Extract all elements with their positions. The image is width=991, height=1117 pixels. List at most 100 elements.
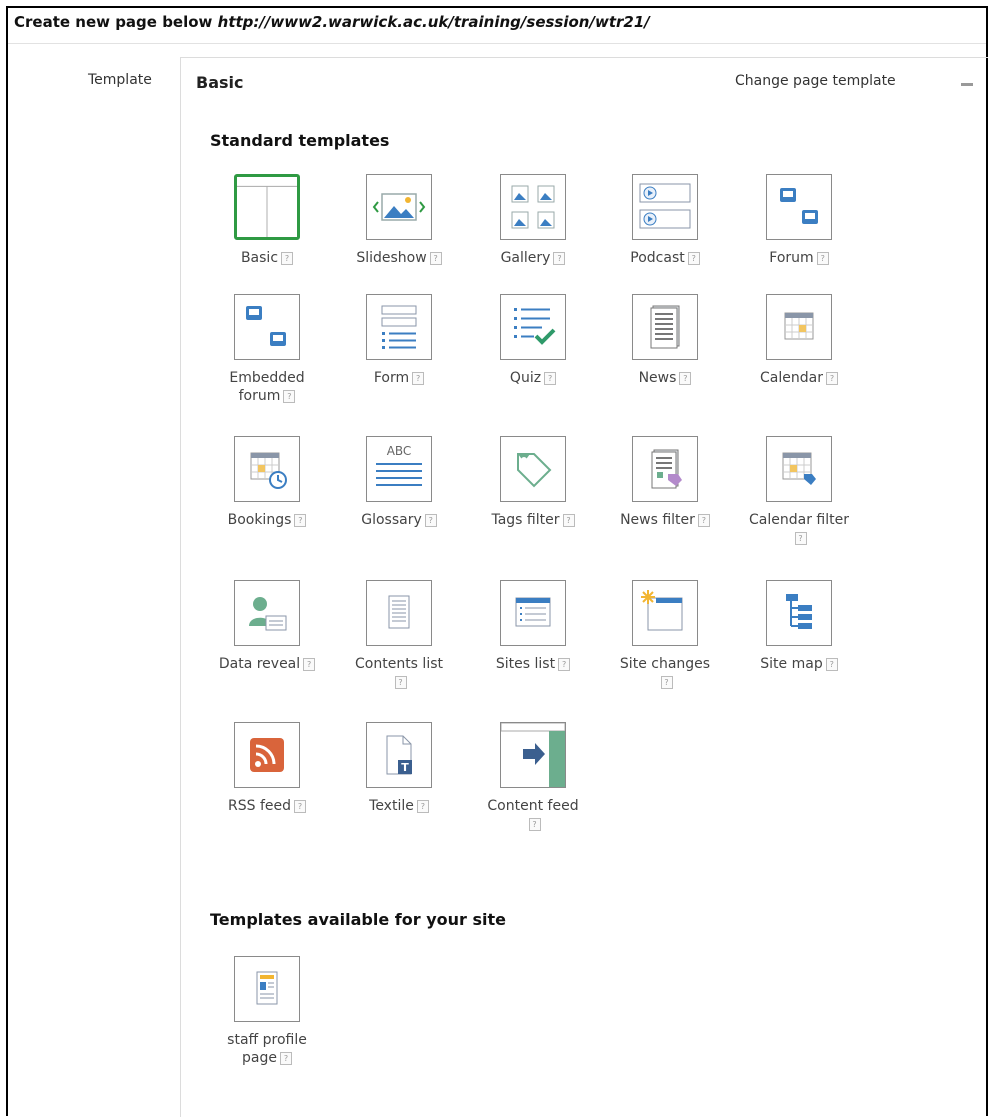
help-icon[interactable]: ? xyxy=(412,371,425,385)
template-news[interactable]: News? xyxy=(600,294,730,387)
help-icon[interactable]: ? xyxy=(544,371,557,385)
template-bookings[interactable]: Bookings? xyxy=(202,436,332,529)
site-changes-icon xyxy=(632,580,698,646)
gallery-icon xyxy=(500,174,566,240)
podcast-icon xyxy=(632,174,698,240)
help-icon[interactable]: ? xyxy=(558,657,571,671)
glossary-glyph: ABC xyxy=(387,444,412,458)
template-label: Calendar filter xyxy=(749,512,849,528)
template-label: Podcast xyxy=(630,250,685,266)
heading-prefix: Create new page below xyxy=(14,13,213,31)
standard-templates-heading: Standard templates xyxy=(210,131,390,150)
template-label: RSS feed xyxy=(228,798,291,814)
template-label: Bookings xyxy=(227,512,292,528)
bookings-icon xyxy=(234,436,300,502)
help-icon[interactable]: ? xyxy=(825,657,838,671)
template-site-map[interactable]: Site map? xyxy=(734,580,864,673)
textile-icon: T xyxy=(366,722,432,788)
template-label: Calendar xyxy=(760,370,823,386)
template-news-filter[interactable]: News filter? xyxy=(600,436,730,529)
help-icon[interactable]: ? xyxy=(416,799,429,813)
help-icon[interactable]: ? xyxy=(283,389,296,403)
template-label: Gallery xyxy=(500,250,551,266)
template-basic[interactable]: Basic? xyxy=(202,174,332,267)
template-sites-list[interactable]: Sites list? xyxy=(468,580,598,673)
help-icon[interactable]: ? xyxy=(553,251,566,265)
template-calendar-filter[interactable]: Calendar filter? xyxy=(734,436,864,547)
content-feed-icon xyxy=(500,722,566,788)
template-rss-feed[interactable]: RSS feed? xyxy=(202,722,332,815)
help-icon[interactable]: ? xyxy=(424,513,437,527)
site-map-icon xyxy=(766,580,832,646)
template-forum[interactable]: Forum? xyxy=(734,174,864,267)
site-templates-heading: Templates available for your site xyxy=(210,910,506,929)
help-icon[interactable]: ? xyxy=(394,675,407,689)
contents-list-icon xyxy=(366,580,432,646)
help-icon[interactable]: ? xyxy=(294,799,306,813)
template-label: News filter xyxy=(620,512,695,528)
heading-divider xyxy=(8,43,986,44)
template-podcast[interactable]: Podcast? xyxy=(600,174,730,267)
help-icon[interactable]: ? xyxy=(528,817,541,831)
template-textile[interactable]: T Textile? xyxy=(334,722,464,815)
template-quiz[interactable]: Quiz? xyxy=(468,294,598,387)
textile-glyph: T xyxy=(401,761,409,774)
template-glossary[interactable]: ABC Glossary? xyxy=(334,436,464,529)
help-icon[interactable]: ? xyxy=(794,531,807,545)
template-contents-list[interactable]: Contents list? xyxy=(334,580,464,691)
quiz-icon xyxy=(500,294,566,360)
calendar-icon xyxy=(766,294,832,360)
news-filter-icon xyxy=(632,436,698,502)
template-staff-profile-page[interactable]: staff profile page? xyxy=(202,956,332,1067)
template-field-label: Template xyxy=(88,72,152,88)
template-data-reveal[interactable]: Data reveal? xyxy=(202,580,332,673)
help-icon[interactable]: ? xyxy=(697,513,710,527)
help-icon[interactable]: ? xyxy=(281,251,294,265)
tags-filter-icon xyxy=(500,436,566,502)
template-content-feed[interactable]: Content feed? xyxy=(468,722,598,833)
template-label: Form xyxy=(373,370,410,386)
rss-feed-icon xyxy=(234,722,300,788)
current-template-name: Basic xyxy=(196,73,244,92)
template-label: Glossary xyxy=(361,512,422,528)
template-label: Data reveal xyxy=(218,656,301,672)
template-slideshow[interactable]: Slideshow? xyxy=(334,174,464,267)
template-label: Basic xyxy=(240,250,279,266)
template-label: Tags filter xyxy=(491,512,560,528)
help-icon[interactable]: ? xyxy=(687,251,700,265)
template-label: staff profile page xyxy=(227,1032,307,1066)
form-icon xyxy=(366,294,432,360)
help-icon[interactable]: ? xyxy=(562,513,575,527)
news-icon xyxy=(632,294,698,360)
template-calendar[interactable]: Calendar? xyxy=(734,294,864,387)
embedded-forum-icon xyxy=(234,294,300,360)
template-gallery[interactable]: Gallery? xyxy=(468,174,598,267)
help-icon[interactable]: ? xyxy=(303,657,316,671)
help-icon[interactable]: ? xyxy=(429,251,442,265)
template-label: Textile xyxy=(369,798,414,814)
parent-page-url: http://www2.warwick.ac.uk/training/sessi… xyxy=(217,13,650,31)
template-form[interactable]: Form? xyxy=(334,294,464,387)
page-heading: Create new page below http://www2.warwic… xyxy=(14,13,650,31)
change-page-template-link[interactable]: Change page template xyxy=(735,73,896,89)
slideshow-icon xyxy=(366,174,432,240)
help-icon[interactable]: ? xyxy=(816,251,829,265)
help-icon[interactable]: ? xyxy=(825,371,838,385)
template-label: Slideshow xyxy=(356,250,427,266)
data-reveal-icon xyxy=(234,580,300,646)
template-label: Contents list xyxy=(355,656,443,672)
template-embedded-forum[interactable]: Embedded forum? xyxy=(202,294,332,405)
help-icon[interactable]: ? xyxy=(660,675,673,689)
collapse-icon[interactable] xyxy=(961,83,973,86)
template-label: Quiz xyxy=(509,370,542,386)
glossary-icon: ABC xyxy=(366,436,432,502)
template-tags-filter[interactable]: Tags filter? xyxy=(468,436,598,529)
basic-layout-icon xyxy=(234,174,300,240)
forum-icon xyxy=(766,174,832,240)
template-label: News xyxy=(638,370,677,386)
help-icon[interactable]: ? xyxy=(679,371,692,385)
help-icon[interactable]: ? xyxy=(279,1051,292,1065)
template-site-changes[interactable]: Site changes? xyxy=(600,580,730,691)
help-icon[interactable]: ? xyxy=(294,513,307,527)
calendar-filter-icon xyxy=(766,436,832,502)
